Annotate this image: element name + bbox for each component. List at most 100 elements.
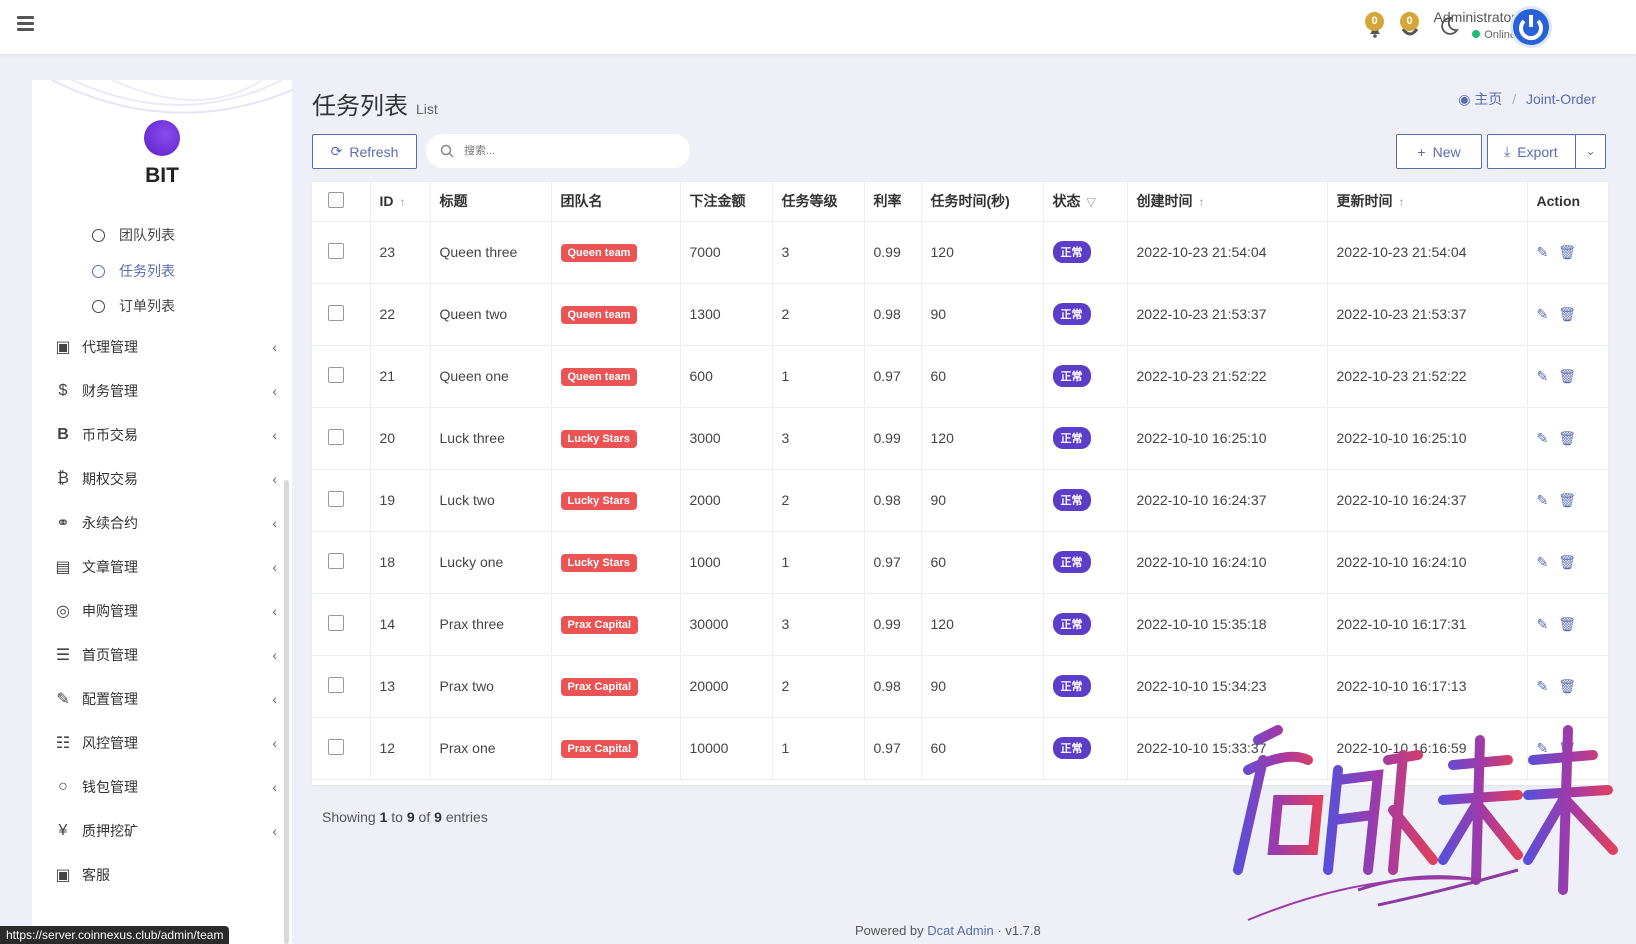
trash-icon[interactable]: 🗑 (1558, 492, 1576, 508)
sort-arrow-icon[interactable]: ↑ (400, 195, 406, 209)
edit-icon[interactable]: ✎ (1537, 616, 1549, 632)
sidebar-item-staking[interactable]: ¥ 质押挖矿 ‹ (52, 821, 277, 841)
chevron-down-icon[interactable]: ⌄ (1575, 135, 1605, 168)
cell-team: Queen team (551, 221, 681, 284)
sidebar-item-support[interactable]: ▣ 客服 (52, 865, 277, 885)
sidebar-item-articles[interactable]: ▤ 文章管理 ‹ (52, 557, 277, 577)
cell-status: 正常 (1043, 469, 1128, 532)
row-checkbox[interactable] (328, 552, 344, 569)
avatar[interactable] (1510, 6, 1552, 48)
edit-icon[interactable]: ✎ (1537, 492, 1549, 508)
new-button[interactable]: + New (1396, 134, 1482, 169)
cell-duration: 120 (921, 593, 1044, 656)
col-id[interactable]: ID ↑ (370, 182, 431, 222)
trash-icon[interactable]: 🗑 (1558, 616, 1576, 632)
col-created[interactable]: 创建时间 ↑ (1127, 182, 1328, 222)
edit-icon[interactable]: ✎ (1537, 244, 1549, 260)
logo[interactable]: BIT (32, 120, 292, 188)
yen-icon: ¥ (58, 822, 68, 839)
breadcrumb-home[interactable]: 主页 (1474, 91, 1502, 107)
sidebar-scrollbar[interactable] (284, 480, 289, 944)
cell-rate-value: 0.98 (873, 678, 901, 694)
sidebar-item-finance[interactable]: $ 财务管理 ‹ (52, 381, 277, 401)
edit-icon[interactable]: ✎ (1537, 306, 1549, 322)
sidebar-item-risk[interactable]: ☷ 风控管理 ‹ (52, 733, 277, 753)
edit-icon[interactable]: ✎ (1537, 678, 1549, 694)
cell-duration-value: 120 (930, 430, 954, 446)
refresh-button[interactable]: ⟳ Refresh (312, 134, 417, 169)
sidebar-item-homepage[interactable]: ☰ 首页管理 ‹ (52, 645, 277, 665)
col-updated[interactable]: 更新时间 ↑ (1327, 182, 1528, 222)
cell-level-value: 3 (781, 430, 790, 446)
admin-name[interactable]: Administrator (1434, 9, 1516, 25)
row-checkbox[interactable] (328, 490, 344, 507)
sidebar-item-coin-trading[interactable]: B 币币交易 ‹ (52, 425, 277, 445)
summary-suffix: entries (445, 809, 488, 825)
cell-updated-value: 2022-10-10 16:25:10 (1336, 430, 1467, 446)
trash-icon[interactable]: 🗑 (1558, 678, 1576, 694)
select-all-checkbox[interactable] (328, 191, 344, 208)
edit-icon[interactable]: ✎ (1537, 368, 1549, 384)
trash-icon[interactable]: 🗑 (1558, 430, 1576, 446)
cell-amount-value: 7000 (689, 244, 721, 260)
export-button[interactable]: ⤓ Export ⌄ (1487, 134, 1606, 169)
trash-icon[interactable]: 🗑 (1558, 554, 1576, 570)
cell-action: ✎ 🗑 (1527, 531, 1608, 594)
sort-arrow-icon[interactable]: ↑ (1399, 195, 1405, 209)
id-card-icon: ▣ (55, 867, 71, 884)
cell-level-value: 3 (781, 244, 790, 260)
menu-toggle-icon[interactable] (17, 16, 34, 31)
sidebar-item-perpetual[interactable]: ⚭ 永续合约 ‹ (52, 513, 277, 533)
cell-amount: 10000 (680, 717, 773, 780)
sidebar-item-config[interactable]: ✎ 配置管理 ‹ (52, 689, 277, 709)
sidebar-item-subscription[interactable]: ◎ 申购管理 ‹ (52, 601, 277, 621)
cell-action: ✎ 🗑 (1527, 283, 1608, 346)
edit-icon[interactable]: ✎ (1537, 554, 1549, 570)
trash-icon[interactable]: 🗑 (1558, 244, 1576, 260)
notification-bell-icon[interactable]: 0 (1362, 12, 1388, 40)
cell-level-value: 2 (781, 492, 790, 508)
sort-arrow-icon[interactable]: ↑ (1199, 195, 1205, 209)
row-checkbox[interactable] (328, 428, 344, 445)
chevron-left-icon: ‹ (272, 427, 277, 443)
cell-created: 2022-10-10 16:25:10 (1127, 407, 1328, 470)
cell-rate: 0.99 (864, 407, 922, 470)
status-badge: 正常 (1052, 737, 1091, 759)
row-checkbox[interactable] (328, 738, 344, 755)
cell-title-value: Prax two (439, 678, 494, 694)
row-checkbox[interactable] (328, 676, 344, 693)
edit-icon[interactable]: ✎ (1537, 430, 1549, 446)
cell-rate: 0.98 (864, 469, 922, 532)
summary-prefix: Showing (322, 809, 376, 825)
status-badge: 正常 (1052, 241, 1091, 263)
row-checkbox[interactable] (328, 242, 344, 259)
row-checkbox[interactable] (328, 304, 344, 321)
sidebar-item-agent[interactable]: ▣ 代理管理 ‹ (52, 337, 277, 357)
cell-id: 13 (370, 655, 431, 718)
cell-title-value: Prax three (439, 616, 505, 632)
cell-level: 2 (772, 469, 865, 532)
sidebar-item-options[interactable]: ₿ 期权交易 ‹ (52, 469, 277, 489)
chevron-left-icon: ‹ (272, 603, 277, 619)
col-amount: 下注金额 (680, 182, 773, 222)
cell-level-value: 1 (781, 368, 790, 384)
search-input[interactable] (464, 145, 664, 157)
summary-of-word: of (418, 809, 431, 825)
trash-icon[interactable]: 🗑 (1558, 306, 1576, 322)
cell-rate: 0.99 (864, 221, 922, 284)
cell-updated: 2022-10-10 16:17:31 (1327, 593, 1528, 656)
row-checkbox[interactable] (328, 614, 344, 631)
message-icon[interactable]: 0 (1397, 12, 1423, 40)
sidebar-item-task-list[interactable]: 任务列表 (92, 261, 175, 281)
sidebar-item-label: 首页管理 (82, 647, 138, 663)
sidebar-item-order-list[interactable]: 订单列表 (92, 296, 175, 316)
cell-rate: 0.98 (864, 283, 922, 346)
sidebar-item-wallet[interactable]: ○ 钱包管理 ‹ (52, 777, 277, 797)
row-checkbox[interactable] (328, 366, 344, 383)
data-grid: ID ↑ 标题 团队名 下注金额 任务等级 利率 任务时间(秒) 状态 ▽ 创建时间… (312, 182, 1608, 785)
row-select-cell (312, 531, 371, 594)
trash-icon[interactable]: 🗑 (1558, 368, 1576, 384)
footer-link[interactable]: Dcat Admin (927, 923, 993, 938)
sidebar-item-team-list[interactable]: 团队列表 (92, 225, 175, 245)
filter-icon[interactable]: ▽ (1087, 195, 1096, 209)
